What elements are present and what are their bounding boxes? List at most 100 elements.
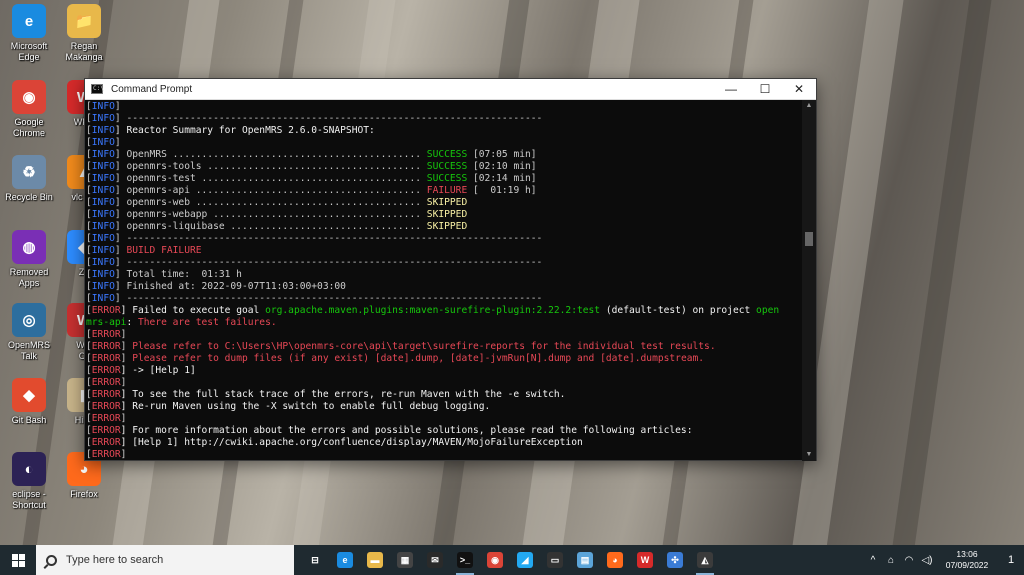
console-text: FAILURE: [426, 185, 468, 196]
scroll-down-icon[interactable]: ▼: [802, 449, 816, 461]
console-text: INFO: [91, 173, 115, 184]
desktop-icon[interactable]: ♻ Recycle Bin: [0, 155, 58, 203]
search-placeholder: Type here to search: [66, 554, 164, 566]
console-text: INFO: [91, 209, 115, 220]
console-line: [ERROR] Please refer to dump files (if a…: [86, 353, 803, 365]
console-line: [ERROR]: [86, 329, 803, 341]
desktop-icon[interactable]: ◎ OpenMRS Talk: [0, 303, 58, 362]
console-line: [ERROR] Re-run Maven using the -X switch…: [86, 401, 803, 413]
wifi-icon[interactable]: ◠: [900, 555, 918, 566]
network-icon[interactable]: ⌂: [882, 555, 900, 566]
taskbar-search[interactable]: Type here to search: [36, 545, 294, 575]
console-line: [INFO] ---------------------------------…: [86, 233, 803, 245]
taskbar-wps-button[interactable]: W: [630, 545, 660, 575]
desktop-icon[interactable]: e Microsoft Edge: [0, 4, 58, 63]
desktop-icon[interactable]: ◐ eclipse - Shortcut: [0, 452, 58, 511]
taskbar-command-prompt-button[interactable]: >_: [450, 545, 480, 575]
desktop-app-icon: ◐: [12, 452, 46, 486]
console-line: [ERROR] For more information about the e…: [86, 425, 803, 437]
show-hidden-icons-chevron-icon[interactable]: ^: [864, 555, 882, 566]
console-text: ] --------------------------------------…: [114, 257, 543, 268]
console-text: ] --------------------------------------…: [114, 233, 543, 244]
console-line: [ERROR] -> [Help 1]: [86, 365, 803, 377]
console-line: [ERROR]: [86, 449, 803, 461]
maximize-button[interactable]: ☐: [748, 79, 782, 100]
console-text: INFO: [91, 113, 115, 124]
photos-icon: ◭: [697, 552, 713, 568]
console-text: SKIPPED: [426, 197, 468, 208]
start-button[interactable]: [0, 545, 36, 575]
desktop-icon-label: Git Bash: [11, 415, 47, 425]
taskbar-file-explorer-button[interactable]: ▬: [360, 545, 390, 575]
taskbar-app-grid-button[interactable]: ✣: [660, 545, 690, 575]
console-text: open: [756, 305, 780, 316]
console-text: ERROR: [91, 401, 121, 412]
console-text: ] openmrs-web ..........................…: [114, 197, 427, 208]
desktop-icon[interactable]: ◍ Removed Apps: [0, 230, 58, 289]
desktop-icon-label: Firefox: [70, 489, 98, 499]
console-text: org.apache.maven.plugins:maven-surefire-…: [265, 305, 601, 316]
console-text: BUILD FAILURE: [126, 245, 202, 256]
desktop-icon[interactable]: ◆ Git Bash: [0, 378, 58, 426]
taskbar-firefox-button[interactable]: ◕: [600, 545, 630, 575]
console-text: ] --------------------------------------…: [114, 293, 543, 304]
console-text: INFO: [91, 137, 115, 148]
console-text: ]: [114, 101, 121, 112]
console-text: :: [126, 317, 138, 328]
console-text: mrs-api: [86, 317, 127, 328]
desktop-icon[interactable]: ◉ Google Chrome: [0, 80, 58, 139]
volume-icon[interactable]: ◁): [918, 555, 936, 566]
console-text: [02:14 min]: [467, 173, 537, 184]
vertical-scrollbar[interactable]: ▲ ▼: [802, 100, 816, 461]
taskbar-chrome-button[interactable]: ◉: [480, 545, 510, 575]
taskbar-mail-button[interactable]: ✉: [420, 545, 450, 575]
console-line: [INFO] BUILD FAILURE: [86, 245, 803, 257]
console-text: INFO: [91, 245, 115, 256]
console-text: ERROR: [91, 341, 121, 352]
taskbar-store-button[interactable]: ▦: [390, 545, 420, 575]
taskbar-photos-button[interactable]: ◭: [690, 545, 720, 575]
taskbar-notepad-button[interactable]: ▤: [570, 545, 600, 575]
console-text: ] -> [Help 1]: [120, 365, 196, 376]
taskbar-terminal-button[interactable]: ▭: [540, 545, 570, 575]
clock[interactable]: 13:06 07/09/2022: [936, 549, 998, 571]
console-text: INFO: [91, 197, 115, 208]
console-text: INFO: [91, 125, 115, 136]
taskbar-task-view-button[interactable]: ⊟: [300, 545, 330, 575]
scroll-thumb[interactable]: [805, 232, 813, 246]
console-text: ] --------------------------------------…: [114, 113, 543, 124]
console-text: INFO: [91, 161, 115, 172]
console-line: [ERROR] To see the full stack trace of t…: [86, 389, 803, 401]
console-text: INFO: [91, 281, 115, 292]
minimize-button[interactable]: —: [714, 79, 748, 100]
console-text: ] Finished at: 2022-09-07T11:03:00+03:00: [114, 281, 346, 292]
windows-logo-icon: [11, 553, 25, 567]
desktop-icon[interactable]: 📁 Regan Makanga: [55, 4, 113, 63]
console-text: ERROR: [91, 413, 121, 424]
console-text: INFO: [91, 293, 115, 304]
app-grid-icon: ✣: [667, 552, 683, 568]
notification-center-icon[interactable]: 1: [998, 554, 1024, 566]
desktop-icon-label: Google Chrome: [12, 117, 45, 138]
console-text: [02:10 min]: [467, 161, 537, 172]
taskbar: Type here to search ⊟ e ▬ ▦ ✉ >_ ◉ ◢ ▭ ▤ ◕ W ✣ ◭ ^ ⌂ …: [0, 545, 1024, 575]
console-text: ] Total time: 01:31 h: [114, 269, 242, 280]
console-text: INFO: [91, 257, 115, 268]
console-line: [INFO] openmrs-web .....................…: [86, 197, 803, 209]
title-bar[interactable]: C:\ Command Prompt — ☐ ✕: [85, 79, 816, 100]
taskbar-vscode-button[interactable]: ◢: [510, 545, 540, 575]
desktop-app-icon: ◉: [12, 80, 46, 114]
console-output[interactable]: [INFO] [INFO] ---------------------------…: [85, 100, 803, 461]
console-text: Please refer to dump files (if any exist…: [132, 353, 705, 364]
desktop-app-icon: ◎: [12, 303, 46, 337]
scroll-up-icon[interactable]: ▲: [802, 100, 816, 112]
console-text: ]: [120, 413, 127, 424]
console-text: ] [Help 1] http://cwiki.apache.org/confl…: [120, 437, 583, 448]
taskbar-edge-button[interactable]: e: [330, 545, 360, 575]
console-text: ]: [120, 377, 127, 388]
close-button[interactable]: ✕: [782, 79, 816, 100]
store-icon: ▦: [397, 552, 413, 568]
command-prompt-icon: >_: [457, 552, 473, 568]
console-text: ]: [120, 449, 127, 460]
command-prompt-window[interactable]: C:\ Command Prompt — ☐ ✕ [INFO] [INFO] --…: [84, 78, 817, 461]
